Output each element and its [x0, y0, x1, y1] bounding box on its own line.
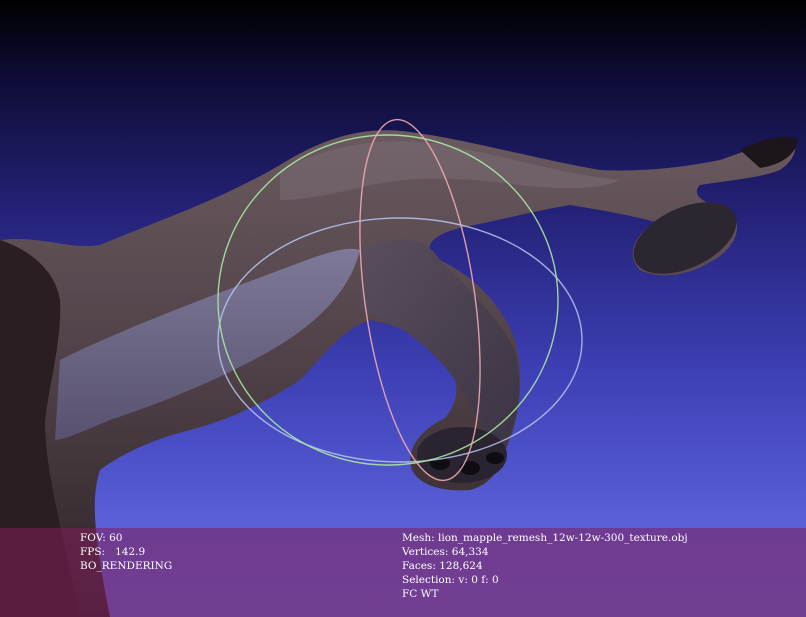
mesh-name: lion_mapple_remesh_12w-12w-300_texture.o…	[438, 532, 688, 544]
vertices-row: Vertices: 64,334	[402, 545, 688, 559]
mesh-label: Mesh:	[402, 532, 435, 544]
info-overlay: FOV: 60 FPS: 142.9 BO_RENDERING Mesh: li…	[0, 528, 806, 617]
fps-value: 142.9	[115, 546, 146, 558]
vertices-value: 64,334	[451, 546, 489, 558]
faces-value: 128,624	[439, 560, 483, 572]
fps-label: FPS:	[80, 546, 106, 558]
faces-row: Faces: 128,624	[402, 559, 688, 573]
faces-label: Faces:	[402, 560, 436, 572]
3d-viewport[interactable]: FOV: 60 FPS: 142.9 BO_RENDERING Mesh: li…	[0, 0, 806, 617]
vertices-label: Vertices:	[402, 546, 449, 558]
mesh-stats: Mesh: lion_mapple_remesh_12w-12w-300_tex…	[402, 531, 688, 601]
mesh-name-row: Mesh: lion_mapple_remesh_12w-12w-300_tex…	[402, 531, 688, 545]
render-stats: FOV: 60 FPS: 142.9 BO_RENDERING	[80, 531, 172, 573]
selection-label: Selection:	[402, 574, 456, 586]
rendering-mode: BO_RENDERING	[80, 560, 173, 572]
mesh-render	[0, 118, 798, 617]
fps-row: FPS: 142.9	[80, 545, 172, 559]
selection-value: v: 0 f: 0	[458, 574, 499, 586]
fov-value: 60	[109, 532, 123, 544]
fov-row: FOV: 60	[80, 531, 172, 545]
selection-row: Selection: v: 0 f: 0	[402, 573, 688, 587]
render-flags: FC WT	[402, 588, 439, 600]
fov-label: FOV:	[80, 532, 106, 544]
